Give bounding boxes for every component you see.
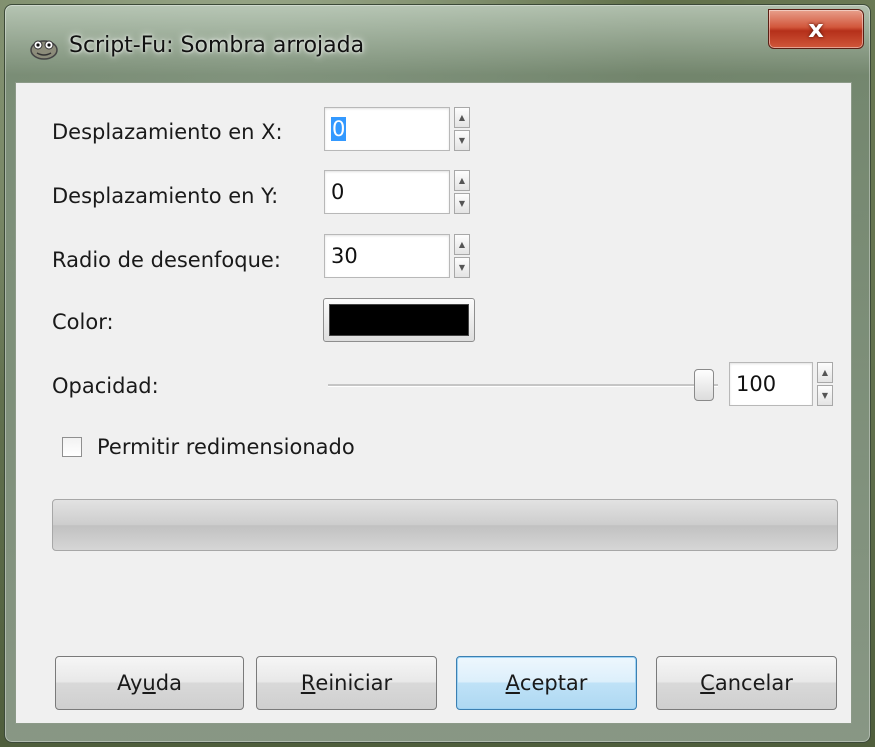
accept-mnemonic: A — [505, 671, 520, 695]
offset-y-input[interactable]: 0 — [324, 170, 450, 214]
spin-down-icon[interactable]: ▼ — [817, 385, 833, 406]
window-title: Script-Fu: Sombra arrojada — [69, 33, 365, 58]
spin-down-icon[interactable]: ▼ — [454, 130, 470, 151]
blur-radius-input[interactable]: 30 — [324, 234, 450, 278]
opacity-value: 100 — [736, 372, 777, 396]
accept-button[interactable]: Aceptar — [456, 656, 637, 710]
reset-label-end: einiciar — [315, 671, 393, 695]
offset-x-label: Desplazamiento en X: — [52, 120, 283, 144]
color-picker-button[interactable] — [323, 298, 475, 342]
cancel-label-end: ancelar — [714, 671, 793, 695]
help-label-start: Ay — [117, 671, 143, 695]
opacity-label: Opacidad: — [52, 374, 159, 398]
opacity-slider-handle[interactable] — [694, 369, 714, 401]
reset-mnemonic: R — [300, 671, 316, 695]
allow-resize-label: Permitir redimensionado — [97, 435, 355, 459]
offset-x-input[interactable]: 0 — [324, 107, 450, 151]
cancel-mnemonic: C — [700, 671, 715, 695]
offset-y-value: 0 — [331, 180, 345, 204]
offset-x-value: 0 — [331, 117, 347, 141]
spin-up-icon[interactable]: ▲ — [454, 234, 470, 255]
spin-up-icon[interactable]: ▲ — [454, 170, 470, 191]
close-button[interactable]: x — [768, 9, 864, 49]
spin-down-icon[interactable]: ▼ — [454, 257, 470, 278]
opacity-input[interactable]: 100 — [729, 362, 813, 406]
color-label: Color: — [52, 310, 114, 334]
spin-up-icon[interactable]: ▲ — [454, 107, 470, 128]
gimp-icon — [30, 40, 58, 60]
help-button[interactable]: Ay u da — [55, 656, 244, 710]
help-label-end: da — [155, 671, 182, 695]
spin-up-icon[interactable]: ▲ — [817, 362, 833, 383]
offset-y-spinner[interactable]: ▲ ▼ — [454, 170, 470, 214]
help-mnemonic: u — [142, 671, 156, 695]
offset-y-label: Desplazamiento en Y: — [52, 184, 279, 208]
allow-resize-checkbox[interactable] — [62, 437, 82, 457]
blur-radius-label: Radio de desenfoque: — [52, 248, 281, 272]
spin-down-icon[interactable]: ▼ — [454, 193, 470, 214]
close-icon: x — [808, 15, 824, 43]
cancel-button[interactable]: Cancelar — [656, 656, 837, 710]
offset-x-spinner[interactable]: ▲ ▼ — [454, 107, 470, 151]
opacity-slider-track[interactable] — [328, 384, 718, 387]
opacity-spinner[interactable]: ▲ ▼ — [817, 362, 833, 406]
reset-button[interactable]: Reiniciar — [256, 656, 437, 710]
accept-label-end: ceptar — [519, 671, 588, 695]
color-swatch — [329, 304, 469, 336]
blur-radius-value: 30 — [331, 244, 358, 268]
progress-bar — [52, 499, 838, 551]
blur-radius-spinner[interactable]: ▲ ▼ — [454, 234, 470, 278]
title-bar[interactable]: Script-Fu: Sombra arrojada x — [5, 5, 870, 85]
